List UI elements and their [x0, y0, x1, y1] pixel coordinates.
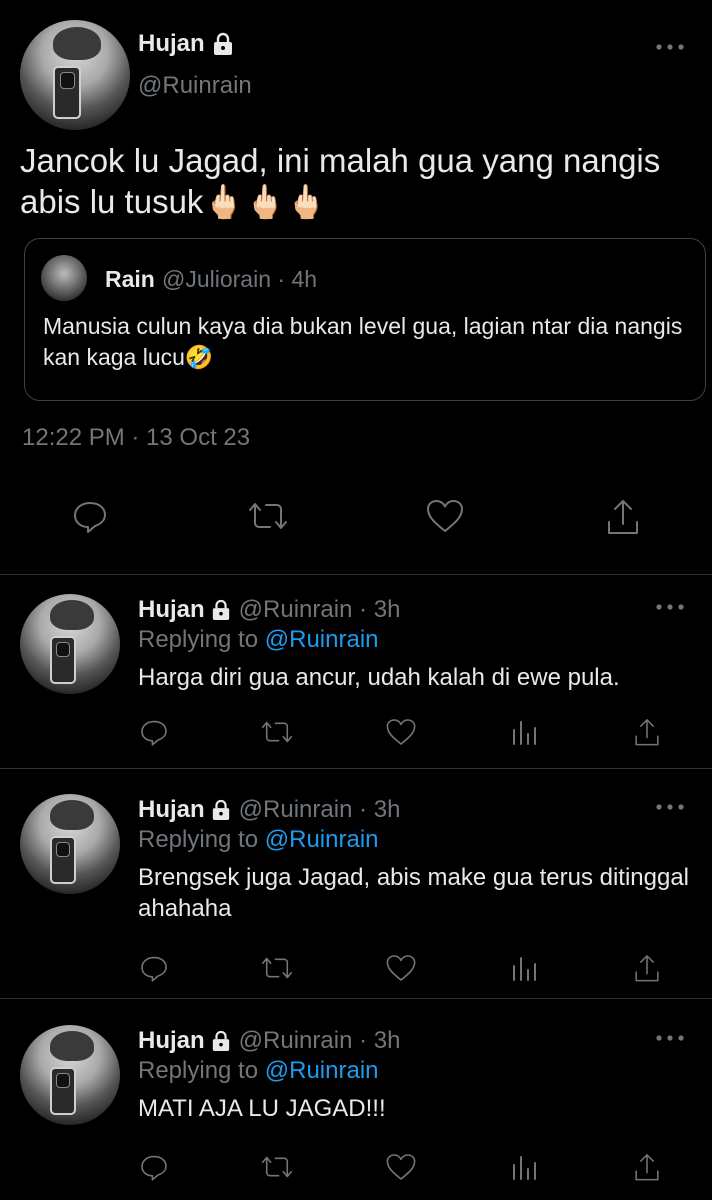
reply-header: Hujan @Ruinrain · 3h [138, 596, 400, 624]
author-name[interactable]: Hujan [138, 796, 205, 824]
author-name-row[interactable]: Hujan [138, 30, 234, 58]
more-options-icon[interactable] [655, 602, 685, 612]
analytics-icon[interactable] [510, 716, 540, 748]
replying-to: Replying to @Ruinrain [138, 626, 379, 654]
author-handle-time[interactable]: @Ruinrain · 3h [239, 796, 401, 824]
reply-tweet[interactable]: Hujan @Ruinrain · 3h Replying to @Ruinra… [0, 580, 712, 769]
retweet-icon[interactable] [258, 1151, 296, 1183]
avatar[interactable] [20, 1025, 120, 1125]
share-icon[interactable] [604, 496, 642, 540]
reply-icon[interactable] [138, 716, 170, 748]
like-icon[interactable] [384, 716, 418, 748]
reply-header: Hujan @Ruinrain · 3h [138, 796, 400, 824]
lock-icon [212, 32, 234, 56]
avatar[interactable] [20, 594, 120, 694]
more-options-icon[interactable] [655, 1033, 685, 1043]
like-icon[interactable] [384, 1151, 418, 1183]
analytics-icon[interactable] [510, 952, 540, 984]
action-bar [0, 496, 712, 552]
action-bar [0, 716, 712, 756]
share-icon[interactable] [632, 716, 662, 750]
quoted-handle-time: @Juliorain · 4h [162, 266, 318, 292]
author-name[interactable]: Hujan [138, 1027, 205, 1055]
reply-icon[interactable] [138, 1151, 170, 1183]
main-tweet: Hujan @Ruinrain Jancok lu Jagad, ini mal… [0, 0, 712, 575]
reply-text: Brengsek juga Jagad, abis make gua terus… [138, 864, 690, 922]
author-name[interactable]: Hujan [138, 30, 205, 58]
retweet-icon[interactable] [244, 496, 292, 536]
quoted-avatar[interactable] [41, 255, 87, 301]
quoted-text: Manusia culun kaya dia bukan level gua, … [43, 313, 683, 370]
author-handle-time[interactable]: @Ruinrain · 3h [239, 596, 401, 624]
like-icon[interactable] [384, 952, 418, 984]
tweet-timestamp[interactable]: 12:22 PM · 13 Oct 23 [22, 424, 250, 452]
share-icon[interactable] [632, 952, 662, 986]
more-options-icon[interactable] [655, 802, 685, 812]
replying-prefix: Replying to [138, 1057, 259, 1084]
replying-prefix: Replying to [138, 626, 259, 653]
analytics-icon[interactable] [510, 1151, 540, 1183]
tweet-text: Jancok lu Jagad, ini malah gua yang nang… [20, 142, 661, 220]
avatar[interactable] [20, 20, 130, 130]
reply-tweet[interactable]: Hujan @Ruinrain · 3h Replying to @Ruinra… [0, 780, 712, 999]
replying-handle-link[interactable]: @Ruinrain [265, 826, 379, 853]
quoted-author-name[interactable]: Rain [105, 266, 155, 293]
replying-prefix: Replying to [138, 826, 259, 853]
quoted-tweet[interactable]: Rain @Juliorain · 4h Manusia culun kaya … [24, 238, 706, 401]
lock-icon [211, 599, 231, 621]
replying-to: Replying to @Ruinrain [138, 1057, 379, 1085]
replying-handle-link[interactable]: @Ruinrain [265, 1057, 379, 1084]
reply-icon[interactable] [70, 496, 110, 536]
reply-text: Harga diri gua ancur, udah kalah di ewe … [138, 664, 620, 691]
avatar[interactable] [20, 794, 120, 894]
reply-header: Hujan @Ruinrain · 3h [138, 1027, 400, 1055]
more-options-icon[interactable] [655, 42, 685, 52]
share-icon[interactable] [632, 1151, 662, 1185]
replying-to: Replying to @Ruinrain [138, 826, 379, 854]
author-handle[interactable]: @Ruinrain [138, 72, 252, 100]
action-bar [0, 952, 712, 992]
author-name[interactable]: Hujan [138, 596, 205, 624]
action-bar [0, 1151, 712, 1191]
reply-tweet[interactable]: Hujan @Ruinrain · 3h Replying to @Ruinra… [0, 1011, 712, 1200]
like-icon[interactable] [424, 496, 466, 536]
retweet-icon[interactable] [258, 952, 296, 984]
reply-text: MATI AJA LU JAGAD!!! [138, 1095, 386, 1122]
replying-handle-link[interactable]: @Ruinrain [265, 626, 379, 653]
lock-icon [211, 799, 231, 821]
retweet-icon[interactable] [258, 716, 296, 748]
author-handle-time[interactable]: @Ruinrain · 3h [239, 1027, 401, 1055]
reply-icon[interactable] [138, 952, 170, 984]
lock-icon [211, 1030, 231, 1052]
